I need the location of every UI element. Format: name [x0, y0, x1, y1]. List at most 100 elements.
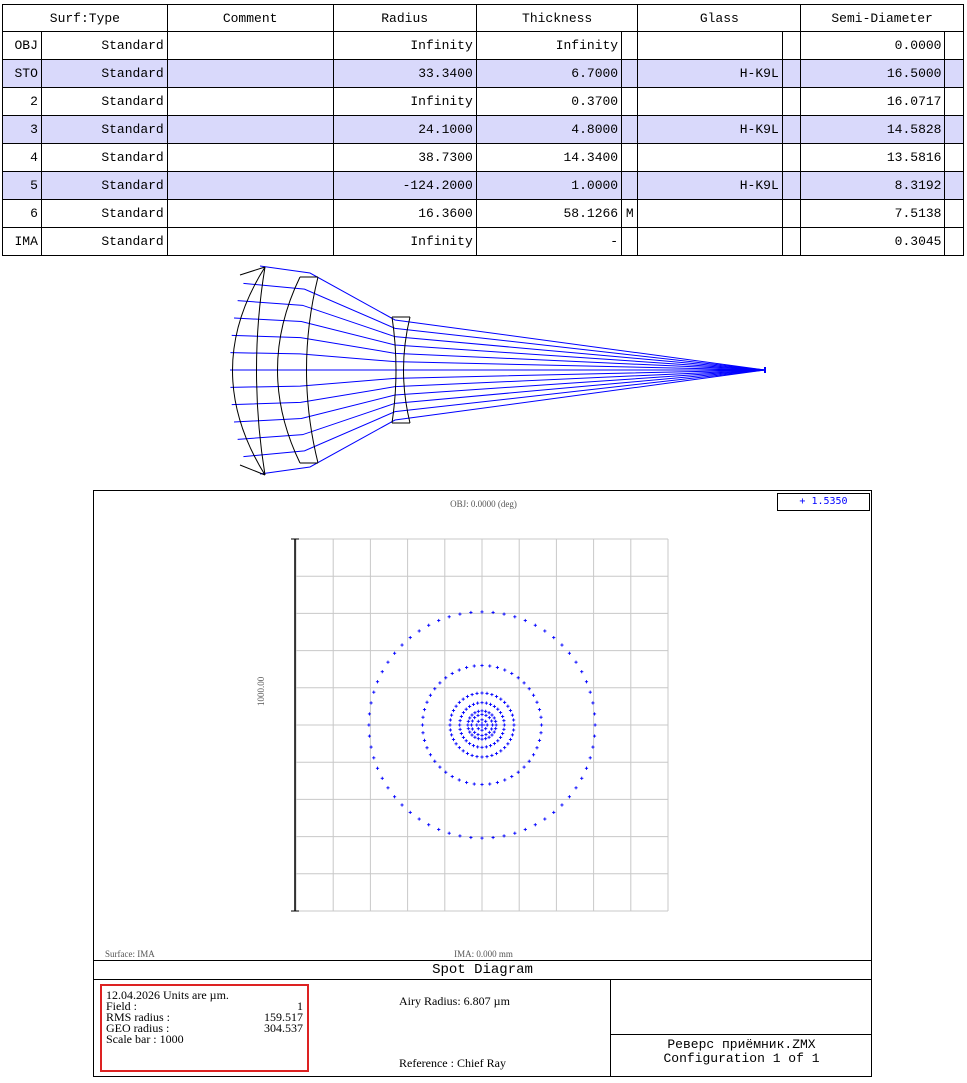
- radius-cell[interactable]: 33.3400: [332, 59, 477, 88]
- surface-type-cell[interactable]: Standard: [40, 115, 168, 144]
- table-row[interactable]: 5 Standard -124.2000 1.0000 H-K9L 8.3192: [2, 171, 964, 200]
- thickness-solve-cell[interactable]: M: [621, 199, 639, 228]
- thickness-cell[interactable]: 0.3700: [475, 87, 623, 116]
- plot-title: Spot Diagram: [94, 960, 871, 980]
- header-surf-type[interactable]: Surf:Type: [2, 4, 168, 32]
- semi-diameter-solve-cell[interactable]: [944, 115, 964, 144]
- radius-cell[interactable]: Infinity: [332, 87, 477, 116]
- table-row[interactable]: 2 Standard Infinity 0.3700 16.0717: [2, 87, 964, 116]
- surface-number-cell[interactable]: 4: [2, 143, 42, 172]
- semi-diameter-cell[interactable]: 16.0717: [800, 87, 946, 116]
- glass-solve-cell[interactable]: [781, 171, 802, 200]
- comment-cell[interactable]: [166, 199, 334, 228]
- lens1-edge-bottom: [239, 464, 266, 476]
- glass-solve-cell[interactable]: [781, 199, 802, 228]
- thickness-cell[interactable]: 4.8000: [475, 115, 623, 144]
- glass-solve-cell[interactable]: [781, 227, 802, 256]
- table-row[interactable]: OBJ Standard Infinity Infinity 0.0000: [2, 31, 964, 60]
- table-row[interactable]: 3 Standard 24.1000 4.8000 H-K9L 14.5828: [2, 115, 964, 144]
- surface-type-cell[interactable]: Standard: [40, 171, 168, 200]
- glass-cell[interactable]: H-K9L: [637, 59, 783, 88]
- header-glass[interactable]: Glass: [637, 4, 802, 32]
- semi-diameter-solve-cell[interactable]: [944, 227, 964, 256]
- comment-cell[interactable]: [166, 59, 334, 88]
- glass-solve-cell[interactable]: [781, 87, 802, 116]
- radius-cell[interactable]: 24.1000: [332, 115, 477, 144]
- comment-cell[interactable]: [166, 87, 334, 116]
- comment-cell[interactable]: [166, 143, 334, 172]
- glass-cell[interactable]: H-K9L: [637, 115, 783, 144]
- surface-number-cell[interactable]: STO: [2, 59, 42, 88]
- semi-diameter-solve-cell[interactable]: [944, 87, 964, 116]
- surface-type-cell[interactable]: Standard: [40, 227, 168, 256]
- table-row[interactable]: STO Standard 33.3400 6.7000 H-K9L 16.5000: [2, 59, 964, 88]
- semi-diameter-solve-cell[interactable]: [944, 143, 964, 172]
- radius-cell[interactable]: Infinity: [332, 31, 477, 60]
- object-field-label: OBJ: 0.0000 (deg): [450, 499, 517, 509]
- table-row[interactable]: 4 Standard 38.7300 14.3400 13.5816: [2, 143, 964, 172]
- lens-layout-drawing: [230, 265, 766, 476]
- thickness-solve-cell[interactable]: [621, 227, 639, 256]
- comment-cell[interactable]: [166, 171, 334, 200]
- surface-number-cell[interactable]: 5: [2, 171, 42, 200]
- glass-cell[interactable]: [637, 227, 783, 256]
- glass-cell[interactable]: [637, 143, 783, 172]
- thickness-cell[interactable]: 58.1266: [475, 199, 623, 228]
- surface-type-cell[interactable]: Standard: [40, 87, 168, 116]
- surface-type-cell[interactable]: Standard: [40, 59, 168, 88]
- thickness-solve-cell[interactable]: [621, 171, 639, 200]
- semi-diameter-cell[interactable]: 14.5828: [800, 115, 946, 144]
- semi-diameter-solve-cell[interactable]: [944, 31, 964, 60]
- airy-radius: Airy Radius: 6.807 µm: [399, 994, 510, 1008]
- header-comment[interactable]: Comment: [166, 4, 334, 32]
- glass-solve-cell[interactable]: [781, 31, 802, 60]
- comment-cell[interactable]: [166, 115, 334, 144]
- thickness-solve-cell[interactable]: [621, 115, 639, 144]
- semi-diameter-solve-cell[interactable]: [944, 59, 964, 88]
- glass-cell[interactable]: [637, 199, 783, 228]
- table-row[interactable]: IMA Standard Infinity - 0.3045: [2, 227, 964, 256]
- thickness-solve-cell[interactable]: [621, 59, 639, 88]
- thickness-cell[interactable]: 6.7000: [475, 59, 623, 88]
- thickness-cell[interactable]: -: [475, 227, 623, 256]
- glass-solve-cell[interactable]: [781, 115, 802, 144]
- glass-cell[interactable]: H-K9L: [637, 171, 783, 200]
- semi-diameter-cell[interactable]: 0.0000: [800, 31, 946, 60]
- thickness-solve-cell[interactable]: [621, 87, 639, 116]
- semi-diameter-cell[interactable]: 16.5000: [800, 59, 946, 88]
- semi-diameter-cell[interactable]: 13.5816: [800, 143, 946, 172]
- header-semi-diameter[interactable]: Semi-Diameter: [800, 4, 964, 32]
- glass-solve-cell[interactable]: [781, 59, 802, 88]
- surface-number-cell[interactable]: 3: [2, 115, 42, 144]
- surface-type-cell[interactable]: Standard: [40, 199, 168, 228]
- lens-data-table: Surf:Type Comment Radius Thickness Glass…: [2, 4, 964, 256]
- glass-cell[interactable]: [637, 31, 783, 60]
- semi-diameter-solve-cell[interactable]: [944, 171, 964, 200]
- semi-diameter-solve-cell[interactable]: [944, 199, 964, 228]
- comment-cell[interactable]: [166, 227, 334, 256]
- comment-cell[interactable]: [166, 31, 334, 60]
- table-row[interactable]: 6 Standard 16.3600 58.1266 M 7.5138: [2, 199, 964, 228]
- glass-cell[interactable]: [637, 87, 783, 116]
- semi-diameter-cell[interactable]: 7.5138: [800, 199, 946, 228]
- semi-diameter-cell[interactable]: 8.3192: [800, 171, 946, 200]
- surface-type-cell[interactable]: Standard: [40, 143, 168, 172]
- surface-number-cell[interactable]: OBJ: [2, 31, 42, 60]
- thickness-solve-cell[interactable]: [621, 31, 639, 60]
- surface-number-cell[interactable]: 2: [2, 87, 42, 116]
- glass-solve-cell[interactable]: [781, 143, 802, 172]
- header-radius[interactable]: Radius: [332, 4, 477, 32]
- surface-number-cell[interactable]: 6: [2, 199, 42, 228]
- surface-number-cell[interactable]: IMA: [2, 227, 42, 256]
- thickness-cell[interactable]: 14.3400: [475, 143, 623, 172]
- thickness-cell[interactable]: Infinity: [475, 31, 623, 60]
- radius-cell[interactable]: 16.3600: [332, 199, 477, 228]
- header-thickness[interactable]: Thickness: [475, 4, 639, 32]
- radius-cell[interactable]: -124.2000: [332, 171, 477, 200]
- thickness-cell[interactable]: 1.0000: [475, 171, 623, 200]
- radius-cell[interactable]: 38.7300: [332, 143, 477, 172]
- semi-diameter-cell[interactable]: 0.3045: [800, 227, 946, 256]
- thickness-solve-cell[interactable]: [621, 143, 639, 172]
- surface-type-cell[interactable]: Standard: [40, 31, 168, 60]
- radius-cell[interactable]: Infinity: [332, 227, 477, 256]
